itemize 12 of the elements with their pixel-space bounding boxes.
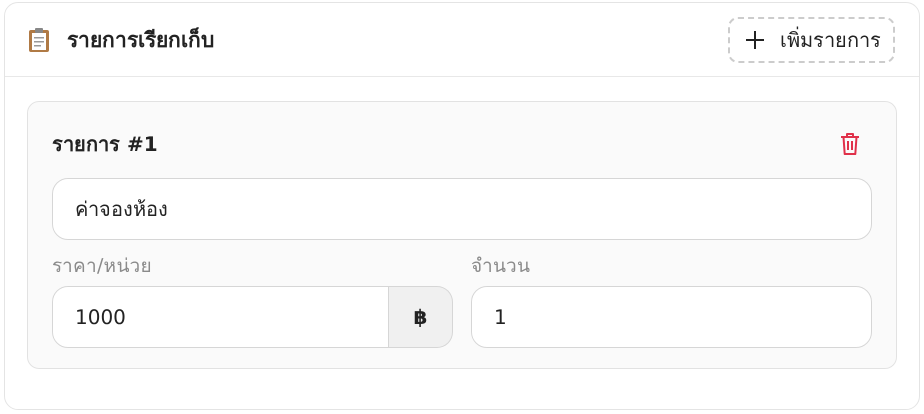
- field-label: ราคา/หน่วย: [52, 254, 152, 279]
- section-title: รายการเรียกเก็บ: [67, 26, 214, 54]
- field-label: จำนวน: [471, 254, 531, 279]
- clipboard-icon: [27, 26, 51, 52]
- trash-icon[interactable]: [838, 131, 862, 157]
- add-item-button[interactable]: เพิ่มรายการ: [728, 16, 895, 62]
- item-title: รายการ #1: [52, 131, 158, 158]
- price-field[interactable]: 1000: [52, 286, 389, 348]
- plus-icon: [744, 28, 766, 50]
- currency-addon: ฿: [389, 286, 453, 348]
- item-name-field[interactable]: ค่าจองห้อง: [52, 178, 872, 240]
- quantity-field[interactable]: 1: [471, 286, 872, 348]
